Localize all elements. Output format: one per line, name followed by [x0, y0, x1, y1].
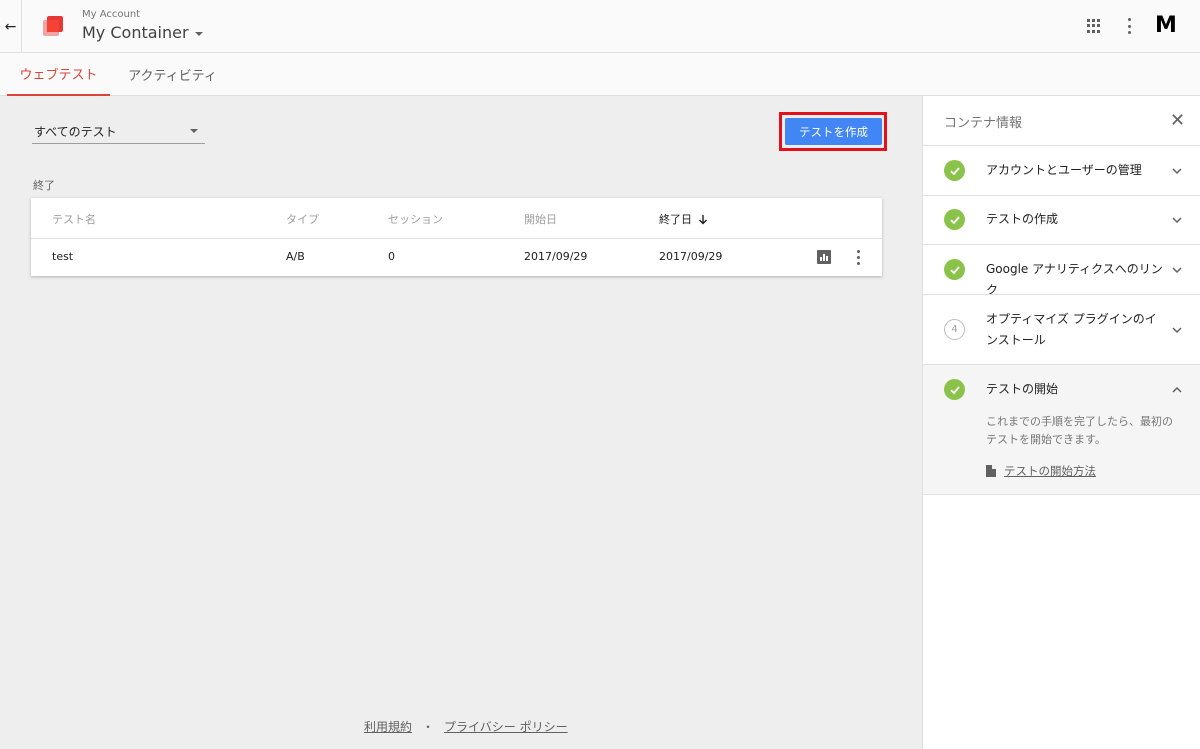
top-bar: ← My Account My Container M: [0, 0, 1200, 53]
tests-table: テスト名 タイプ セッション 開始日 終了日 test A/B 0 2017/0…: [31, 198, 882, 276]
terms-link[interactable]: 利用規約: [364, 720, 412, 734]
step-label: テストの開始: [986, 382, 1059, 396]
container-name: My Container: [82, 23, 189, 42]
back-button[interactable]: ←: [0, 0, 22, 53]
cell-end: 2017/09/29: [659, 250, 723, 263]
caret-down-icon: [190, 129, 198, 133]
test-filter-select[interactable]: すべてのテスト: [32, 119, 205, 144]
cell-sessions: 0: [388, 250, 395, 263]
chevron-up-icon: [1172, 386, 1182, 393]
privacy-link[interactable]: プライバシー ポリシー: [444, 720, 568, 734]
step-label: テストの作成: [986, 212, 1059, 226]
tab-web-tests[interactable]: ウェブテスト: [7, 53, 110, 96]
check-circle-icon: [944, 160, 965, 181]
table-header: テスト名 タイプ セッション 開始日 終了日: [31, 198, 882, 239]
tab-bar: ウェブテスト アクティビティ: [0, 53, 1200, 96]
chevron-down-icon: [1172, 267, 1182, 274]
step-start-test[interactable]: テストの開始 これまでの手順を完了したら、最初のテストを開始できます。 テストの…: [923, 364, 1200, 495]
create-test-button[interactable]: テストを作成: [785, 118, 882, 145]
more-vert-icon[interactable]: [1126, 18, 1132, 34]
how-to-start-link-row[interactable]: テストの開始方法: [986, 463, 1096, 479]
step-number-badge: 4: [944, 319, 965, 340]
cell-type: A/B: [286, 250, 305, 263]
step-link-analytics[interactable]: Google アナリティクスへのリンク: [923, 244, 1200, 297]
tab-activity[interactable]: アクティビティ: [110, 53, 235, 96]
cell-name[interactable]: test: [52, 250, 73, 263]
column-header-end[interactable]: 終了日: [659, 211, 708, 227]
step-description: これまでの手順を完了したら、最初のテストを開始できます。: [986, 415, 1173, 446]
chevron-down-icon: [1172, 168, 1182, 175]
column-header-name[interactable]: テスト名: [52, 211, 96, 227]
step-install-plugin[interactable]: 4 オプティマイズ プラグインのインストール: [923, 294, 1200, 364]
report-chart-icon[interactable]: [817, 250, 831, 264]
cell-start: 2017/09/29: [524, 250, 588, 263]
step-account-users[interactable]: アカウントとユーザーの管理: [923, 145, 1200, 195]
container-selector[interactable]: My Container: [82, 23, 203, 42]
step-create-test[interactable]: テストの作成: [923, 195, 1200, 244]
how-to-start-link[interactable]: テストの開始方法: [1004, 463, 1096, 479]
arrow-left-icon: ←: [4, 18, 17, 35]
container-info-panel: コンテナ情報 ✕ アカウントとユーザーの管理 テストの作成 Google アナリ…: [922, 96, 1200, 749]
check-circle-icon: [944, 379, 965, 400]
row-more-vert-icon[interactable]: [857, 250, 861, 265]
document-icon: [986, 465, 996, 477]
column-header-sessions[interactable]: セッション: [388, 211, 443, 227]
chevron-down-icon: [1172, 217, 1182, 224]
check-circle-icon: [944, 209, 965, 230]
footer-separator: ・: [422, 720, 435, 734]
caret-down-icon: [194, 31, 203, 36]
step-label: オプティマイズ プラグインのインストール: [986, 312, 1157, 347]
section-label-ended: 終了: [33, 179, 55, 192]
filter-selected-value: すべてのテスト: [34, 125, 117, 139]
panel-title: コンテナ情報: [944, 116, 1023, 131]
account-name: My Account: [82, 9, 141, 20]
close-icon[interactable]: ✕: [1170, 110, 1185, 131]
optimize-logo: [43, 16, 63, 36]
step-label: アカウントとユーザーの管理: [986, 163, 1142, 177]
table-row[interactable]: test A/B 0 2017/09/29 2017/09/29: [31, 239, 882, 276]
arrow-down-icon: [699, 214, 707, 224]
check-circle-icon: [944, 259, 965, 280]
chevron-down-icon: [1172, 327, 1182, 334]
column-header-start[interactable]: 開始日: [524, 211, 557, 227]
column-header-type[interactable]: タイプ: [286, 211, 319, 227]
footer: 利用規約・プライバシー ポリシー: [364, 718, 568, 735]
avatar[interactable]: M: [1155, 13, 1177, 38]
apps-grid-icon[interactable]: [1087, 19, 1101, 33]
column-header-end-label: 終了日: [659, 213, 692, 226]
